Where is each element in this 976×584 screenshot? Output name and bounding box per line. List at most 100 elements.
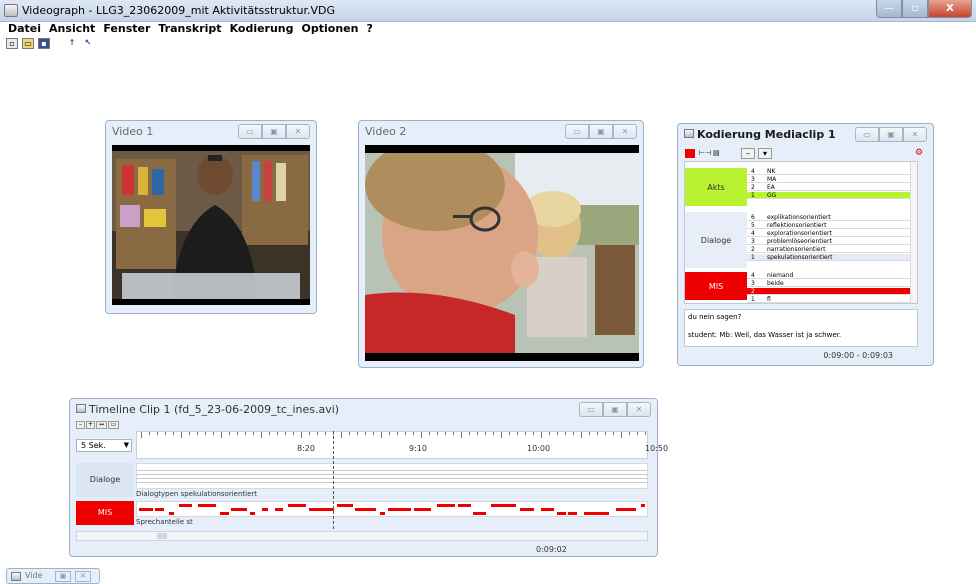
coding-item[interactable]: 3 MA [747, 176, 912, 183]
activity-segment [220, 512, 229, 515]
close-button[interactable]: X [928, 0, 972, 18]
minimize-button[interactable]: — [876, 0, 902, 18]
ruler-tick [189, 432, 190, 435]
menu-fenster[interactable]: Fenster [103, 22, 150, 37]
activity-segment [541, 508, 554, 511]
ruler-tick [237, 432, 238, 435]
transcript-line: student: Mb: Weil, das Wasser ist ja sch… [688, 331, 842, 339]
menu-ansicht[interactable]: Ansicht [49, 22, 95, 37]
coding-item[interactable]: 6 explikationsorientiert [747, 214, 912, 221]
coding-item[interactable]: 4 NK [747, 168, 912, 175]
kodierung-maximize-button[interactable]: ▣ [879, 127, 903, 142]
timeline-fit-button[interactable]: ↔ [96, 421, 107, 429]
timeline-timecode: 0:09:02 [536, 545, 567, 554]
video2-minimize-button[interactable]: ▭ [565, 124, 589, 139]
track-label-mis[interactable]: MIS [76, 501, 134, 525]
coding-item[interactable]: 3 beide [747, 280, 912, 287]
coding-item[interactable]: 2 narrationsorientiert [747, 246, 912, 253]
menu-optionen[interactable]: Optionen [302, 22, 359, 37]
track-label-dialoge[interactable]: Dialoge [76, 463, 134, 497]
pin-icon[interactable]: ↑ [66, 38, 78, 49]
coding-item-selected[interactable]: 1 spekulationsorientiert [747, 254, 912, 261]
range-icon[interactable]: ⊢⊣ [699, 149, 711, 158]
timeline-ruler[interactable]: 8:20 9:10 10:00 10:50 [136, 431, 668, 459]
ruler-tick [477, 432, 478, 435]
minimized-window[interactable]: Videograph ▣ ✕ [6, 568, 100, 584]
activity-segment [584, 512, 609, 515]
activity-segment [337, 504, 353, 507]
timeline-close-button[interactable]: ✕ [627, 402, 651, 417]
timeline-zoom-in-button[interactable]: + [86, 421, 95, 429]
restore-icon[interactable]: ▣ [55, 571, 71, 582]
kodierung-window[interactable]: Kodierung Mediaclip 1 ▭ ▣ ✕ ⊢⊣ ▤ – ▾ ⚙ A… [677, 123, 934, 366]
settings-icon[interactable]: ⚙ [915, 148, 927, 159]
timeline-minimize-button[interactable]: ▭ [579, 402, 603, 417]
ruler-tick [397, 432, 398, 435]
coding-item-selected[interactable]: 1 GG [747, 192, 912, 199]
transcript-line: du nein sagen? [688, 313, 742, 321]
video2-maximize-button[interactable]: ▣ [589, 124, 613, 139]
track-lane-mis[interactable] [136, 501, 648, 517]
kodierung-minimize-button[interactable]: ▭ [855, 127, 879, 142]
timeline-hscroll-thumb[interactable] [157, 533, 167, 539]
kodierung-timecode: 0:09:00 - 0:09:03 [823, 351, 893, 360]
save-icon[interactable]: ▪ [38, 38, 50, 49]
record-icon[interactable] [685, 149, 695, 158]
coding-table: Akts 4 NK 3 MA 2 EA 1 GG Dialoge 6 explikatio… [684, 161, 918, 304]
coding-item[interactable]: 4 niemand [747, 272, 912, 279]
open-folder-icon[interactable]: ▭ [22, 38, 34, 49]
maximize-button[interactable]: ▫ [902, 0, 928, 18]
step-down-button[interactable]: ▾ [758, 148, 772, 159]
ruler-tick [405, 432, 406, 435]
zoom-out-button[interactable]: – [741, 148, 755, 159]
coding-item[interactable]: 5 reflektionsorientiert [747, 222, 912, 229]
coding-item[interactable]: 2 EA [747, 184, 912, 191]
step-select[interactable]: 5 Sek. ▼ [76, 439, 132, 452]
video1-maximize-button[interactable]: ▣ [262, 124, 286, 139]
export-icon[interactable]: ▤ [713, 149, 725, 158]
ruler-tick [485, 432, 486, 435]
coding-category-akts[interactable]: Akts [685, 168, 747, 206]
video1-minimize-button[interactable]: ▭ [238, 124, 262, 139]
activity-segment [155, 508, 164, 511]
ruler-tick [365, 432, 366, 435]
menu-transkript[interactable]: Transkript [158, 22, 221, 37]
video2-window[interactable]: Video 2 ▭ ▣ ✕ [358, 120, 644, 368]
timeline-maximize-button[interactable]: ▣ [603, 402, 627, 417]
activity-segment [288, 504, 306, 507]
menu-kodierung[interactable]: Kodierung [230, 22, 294, 37]
ruler-tick [157, 432, 158, 435]
coding-item-selected[interactable]: 2 [747, 288, 912, 295]
ruler-tick [421, 432, 422, 438]
video1-image [112, 145, 310, 305]
timeline-hscrollbar[interactable] [76, 531, 648, 541]
menu-help[interactable]: ? [366, 22, 372, 37]
ruler-tick [533, 432, 534, 435]
activity-segment [414, 508, 431, 511]
new-file-icon[interactable]: ▫ [6, 38, 18, 49]
timeline-zoom-out-button[interactable]: – [76, 421, 85, 429]
video1-frame[interactable] [112, 145, 310, 305]
video2-close-button[interactable]: ✕ [613, 124, 637, 139]
help-pointer-icon[interactable]: ↖ [82, 38, 94, 49]
coding-category-dialoge[interactable]: Dialoge [685, 212, 747, 268]
kodierung-close-button[interactable]: ✕ [903, 127, 927, 142]
coding-item[interactable]: 4 explorationsorientiert [747, 230, 912, 237]
timeline-playhead[interactable] [333, 431, 334, 529]
coding-category-mis[interactable]: MIS [685, 272, 747, 300]
coding-item[interactable]: 1 fl [747, 296, 912, 303]
coding-item[interactable]: 3 problemlöseorientiert [747, 238, 912, 245]
timeline-view-button[interactable]: ▭ [108, 421, 119, 429]
menu-datei[interactable]: Datei [8, 22, 41, 37]
coding-table-scrollbar[interactable] [910, 162, 917, 303]
activity-segment [380, 512, 385, 515]
track-lane-dialoge[interactable] [136, 463, 648, 489]
timeline-window[interactable]: Timeline Clip 1 (fd_5_23-06-2009_tc_ines… [69, 398, 668, 557]
close-icon[interactable]: ✕ [75, 571, 91, 582]
video2-frame[interactable] [365, 145, 639, 361]
transcript-panel[interactable]: du nein sagen? student: Mb: Weil, das Wa… [684, 309, 918, 347]
video1-window[interactable]: Video 1 ▭ ▣ ✕ [105, 120, 317, 314]
app-icon [11, 572, 21, 581]
video1-close-button[interactable]: ✕ [286, 124, 310, 139]
ruler-tick [525, 432, 526, 435]
